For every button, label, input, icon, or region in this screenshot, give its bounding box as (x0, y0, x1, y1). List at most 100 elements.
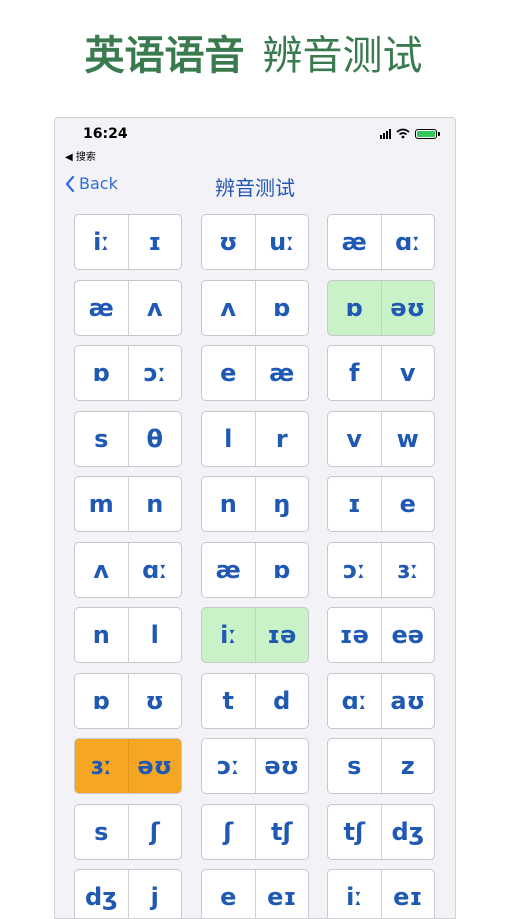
phoneme-pair[interactable]: fv (327, 345, 435, 401)
phoneme-option-right[interactable]: ɒ (256, 543, 309, 597)
phoneme-pair[interactable]: lr (201, 411, 309, 467)
phoneme-pair[interactable]: ɔː ɜː (327, 542, 435, 598)
phoneme-pair[interactable]: tʃ dʒ (327, 804, 435, 860)
phoneme-option-left[interactable]: ʌ (75, 543, 129, 597)
phoneme-option-left[interactable]: ɔː (328, 543, 382, 597)
phoneme-pair[interactable]: iː ɪ (74, 214, 182, 270)
phoneme-option-right[interactable]: v (382, 346, 435, 400)
phoneme-option-left[interactable]: æ (202, 543, 256, 597)
phoneme-pair[interactable]: ɔː əʊ (201, 738, 309, 794)
phoneme-option-right[interactable]: ɑː (382, 215, 435, 269)
phoneme-option-left[interactable]: iː (328, 870, 382, 918)
phoneme-option-left[interactable]: ɑː (328, 674, 382, 728)
phoneme-option-left[interactable]: tʃ (328, 805, 382, 859)
phoneme-option-left[interactable]: ɜː (75, 739, 129, 793)
phoneme-option-right[interactable]: ʃ (129, 805, 182, 859)
phoneme-pair[interactable]: e eɪ (201, 869, 309, 918)
phoneme-option-left[interactable]: v (328, 412, 382, 466)
phoneme-option-left[interactable]: ɔː (202, 739, 256, 793)
phoneme-option-right[interactable]: ɪ (129, 215, 182, 269)
phoneme-option-right[interactable]: aʊ (382, 674, 435, 728)
phoneme-option-right[interactable]: ɑː (129, 543, 182, 597)
phoneme-option-left[interactable]: l (202, 412, 256, 466)
phoneme-option-left[interactable]: æ (328, 215, 382, 269)
phoneme-option-left[interactable]: m (75, 477, 129, 531)
phoneme-option-right[interactable]: dʒ (382, 805, 435, 859)
phoneme-pair[interactable]: ɑː aʊ (327, 673, 435, 729)
phoneme-pair[interactable]: ɒ ɔː (74, 345, 182, 401)
phoneme-option-left[interactable]: iː (202, 608, 256, 662)
phoneme-option-right[interactable]: tʃ (256, 805, 309, 859)
phoneme-option-left[interactable]: ʃ (202, 805, 256, 859)
phoneme-option-left[interactable]: s (75, 805, 129, 859)
phoneme-pair[interactable]: sʃ (74, 804, 182, 860)
phoneme-option-right[interactable]: w (382, 412, 435, 466)
phoneme-option-left[interactable]: ɪə (328, 608, 382, 662)
phoneme-option-left[interactable]: ʌ (202, 281, 256, 335)
phoneme-pair[interactable]: ɪə eə (327, 607, 435, 663)
phoneme-option-right[interactable]: ŋ (256, 477, 309, 531)
phoneme-option-right[interactable]: ʊ (129, 674, 182, 728)
phoneme-option-right[interactable]: ɜː (382, 543, 435, 597)
phoneme-pair[interactable]: ɒʊ (74, 673, 182, 729)
phoneme-option-left[interactable]: e (202, 870, 256, 918)
phoneme-pair[interactable]: nŋ (201, 476, 309, 532)
phoneme-option-left[interactable]: ɪ (328, 477, 382, 531)
phoneme-option-right[interactable]: ɪə (256, 608, 309, 662)
phoneme-pair[interactable]: ʊ uː (201, 214, 309, 270)
phoneme-option-left[interactable]: s (328, 739, 382, 793)
phoneme-pair[interactable]: sθ (74, 411, 182, 467)
phoneme-option-right[interactable]: r (256, 412, 309, 466)
phoneme-option-left[interactable]: ɒ (328, 281, 382, 335)
phoneme-pair[interactable]: ɪe (327, 476, 435, 532)
phoneme-option-right[interactable]: ɔː (129, 346, 182, 400)
back-to-app-link[interactable]: ◀ 搜索 (65, 148, 96, 163)
phoneme-pair[interactable]: eæ (201, 345, 309, 401)
phoneme-pair[interactable]: sz (327, 738, 435, 794)
phoneme-option-right[interactable]: æ (256, 346, 309, 400)
phoneme-option-right[interactable]: ɒ (256, 281, 309, 335)
phoneme-option-left[interactable]: n (202, 477, 256, 531)
phoneme-option-left[interactable]: t (202, 674, 256, 728)
phoneme-pair[interactable]: dʒ j (74, 869, 182, 918)
phoneme-option-left[interactable]: æ (75, 281, 129, 335)
phoneme-pair[interactable]: æʌ (74, 280, 182, 336)
phoneme-option-right[interactable]: e (382, 477, 435, 531)
phoneme-pair[interactable]: nl (74, 607, 182, 663)
phoneme-option-right[interactable]: z (382, 739, 435, 793)
phoneme-option-right[interactable]: eə (382, 608, 435, 662)
phoneme-option-left[interactable]: ʊ (202, 215, 256, 269)
phoneme-pair[interactable]: æɒ (201, 542, 309, 598)
phoneme-option-right[interactable]: θ (129, 412, 182, 466)
phoneme-option-right[interactable]: eɪ (256, 870, 309, 918)
phoneme-pair[interactable]: æ ɑː (327, 214, 435, 270)
phoneme-option-right[interactable]: əʊ (256, 739, 309, 793)
phoneme-pair[interactable]: vw (327, 411, 435, 467)
phoneme-option-right[interactable]: ʌ (129, 281, 182, 335)
phoneme-option-left[interactable]: f (328, 346, 382, 400)
phoneme-pair[interactable]: iː ɪə (201, 607, 309, 663)
phoneme-option-right[interactable]: j (129, 870, 182, 918)
phoneme-pair[interactable]: ʌ ɑː (74, 542, 182, 598)
phoneme-option-left[interactable]: ɒ (75, 674, 129, 728)
phoneme-option-left[interactable]: dʒ (75, 870, 129, 918)
phoneme-pair[interactable]: iː eɪ (327, 869, 435, 918)
phoneme-option-right[interactable]: d (256, 674, 309, 728)
phoneme-option-right[interactable]: uː (256, 215, 309, 269)
phoneme-option-left[interactable]: s (75, 412, 129, 466)
phoneme-option-left[interactable]: e (202, 346, 256, 400)
phoneme-option-left[interactable]: ɒ (75, 346, 129, 400)
phoneme-pair[interactable]: ɜː əʊ (74, 738, 182, 794)
phoneme-option-right[interactable]: əʊ (129, 739, 182, 793)
phoneme-pair[interactable]: td (201, 673, 309, 729)
phoneme-pair[interactable]: ɒ əʊ (327, 280, 435, 336)
phoneme-option-right[interactable]: eɪ (382, 870, 435, 918)
phoneme-pair[interactable]: ʃ tʃ (201, 804, 309, 860)
phoneme-option-right[interactable]: n (129, 477, 182, 531)
phoneme-option-left[interactable]: n (75, 608, 129, 662)
phoneme-option-right[interactable]: l (129, 608, 182, 662)
phoneme-option-left[interactable]: iː (75, 215, 129, 269)
phoneme-option-right[interactable]: əʊ (382, 281, 435, 335)
phoneme-pair[interactable]: ʌɒ (201, 280, 309, 336)
phoneme-pair[interactable]: mn (74, 476, 182, 532)
